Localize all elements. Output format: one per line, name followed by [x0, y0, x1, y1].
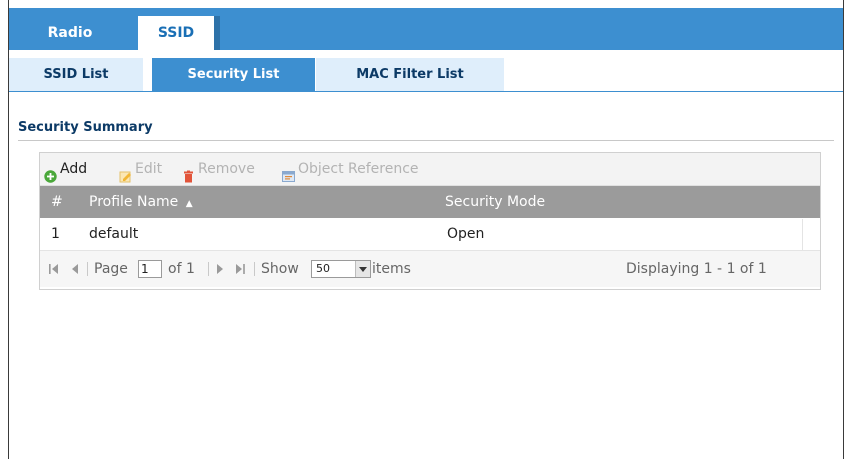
tab-mac-filter-list-label: MAC Filter List	[356, 67, 464, 82]
add-icon	[44, 163, 57, 183]
remove-button[interactable]: Remove	[182, 153, 255, 185]
tab-security-list-label: Security List	[187, 67, 280, 82]
add-label: Add	[60, 161, 88, 177]
page-count-label: of 1	[168, 261, 195, 277]
object-reference-icon	[282, 163, 295, 182]
primary-tab-bar: Radio SSID	[9, 8, 843, 50]
row-security-mode: Open	[447, 226, 485, 242]
column-header-security-mode-label: Security Mode	[445, 194, 546, 210]
tab-security-list[interactable]: Security List	[152, 58, 315, 91]
object-reference-button[interactable]: Object Reference	[282, 153, 419, 185]
row-index: 1	[51, 226, 60, 242]
column-header-profile-name-label: Profile Name	[89, 194, 179, 210]
main-frame: Radio SSID SSID List Security List MAC F…	[8, 0, 844, 459]
row-profile-name: default	[89, 226, 139, 242]
column-header-index[interactable]: #	[51, 186, 63, 218]
trash-icon	[182, 163, 195, 182]
tab-radio[interactable]: Radio	[9, 16, 131, 50]
tab-edge	[214, 16, 220, 50]
table-header: # Profile Name ▲ Security Mode	[40, 186, 820, 218]
edit-button[interactable]: Edit	[119, 153, 162, 185]
row-scroll-gutter	[802, 219, 820, 250]
pager-separator	[87, 262, 88, 276]
remove-label: Remove	[198, 161, 255, 177]
first-page-icon[interactable]	[49, 251, 59, 287]
object-reference-label: Object Reference	[298, 161, 419, 177]
next-page-icon[interactable]	[216, 251, 224, 287]
toolbar: Add Edit Remove Object Reference	[40, 153, 820, 186]
column-header-index-label: #	[51, 194, 63, 210]
secondary-tab-bar: SSID List Security List MAC Filter List	[9, 50, 843, 92]
security-summary-panel: Add Edit Remove Object Reference # Profi…	[39, 152, 821, 290]
section-divider	[18, 140, 834, 141]
items-per-page-value: 50	[316, 262, 330, 275]
column-header-profile-name[interactable]: Profile Name ▲	[89, 186, 193, 218]
tab-ssid-label: SSID	[157, 25, 195, 41]
sort-ascending-icon: ▲	[185, 199, 193, 209]
edit-label: Edit	[135, 161, 163, 177]
displaying-status: Displaying 1 - 1 of 1	[626, 261, 767, 277]
tab-ssid[interactable]: SSID	[138, 16, 214, 50]
chevron-down-icon	[355, 261, 370, 277]
show-label: Show	[261, 261, 299, 277]
prev-page-icon[interactable]	[71, 251, 79, 287]
table-row[interactable]: 1 default Open	[40, 219, 820, 251]
last-page-icon[interactable]	[235, 251, 245, 287]
edit-icon	[119, 163, 132, 182]
page-label: Page	[94, 261, 128, 277]
tab-ssid-list[interactable]: SSID List	[9, 58, 143, 91]
column-header-security-mode[interactable]: Security Mode	[445, 186, 545, 218]
items-per-page-select[interactable]: 50	[311, 260, 371, 278]
page-number-input[interactable]: 1	[138, 260, 162, 278]
pager-separator	[254, 262, 255, 276]
pager-separator	[208, 262, 209, 276]
items-label: items	[372, 261, 411, 277]
pager: Page 1 of 1 Show 50 items Displaying 1 -…	[40, 251, 820, 287]
add-button[interactable]: Add	[44, 153, 87, 185]
section-title: Security Summary	[18, 120, 153, 135]
tab-radio-label: Radio	[47, 25, 93, 41]
tab-mac-filter-list[interactable]: MAC Filter List	[316, 58, 504, 91]
tab-ssid-list-label: SSID List	[43, 67, 109, 82]
